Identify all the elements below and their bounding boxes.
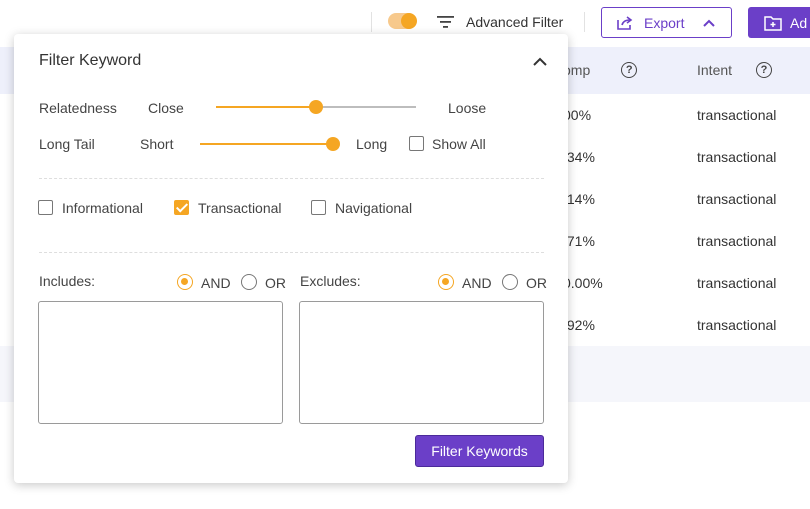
includes-and-radio[interactable] (177, 274, 193, 290)
divider (39, 178, 544, 179)
includes-and-label: AND (201, 275, 231, 291)
long-tail-min-label: Short (140, 136, 174, 152)
intent-cell: transactional (697, 233, 777, 249)
intent-cell: transactional (697, 149, 777, 165)
popup-title: Filter Keyword (39, 52, 142, 69)
advanced-filter-label: Advanced Filter (466, 14, 564, 30)
excludes-and-label: AND (462, 275, 492, 291)
excludes-or-label: OR (526, 275, 547, 291)
filter-keywords-button[interactable]: Filter Keywords (415, 435, 544, 467)
includes-input[interactable] (38, 301, 283, 424)
add-folder-icon (764, 15, 782, 31)
informational-label: Informational (62, 200, 143, 216)
divider (39, 252, 544, 253)
chevron-up-icon[interactable] (532, 54, 548, 70)
export-button[interactable]: Export (601, 7, 732, 38)
long-tail-slider-fill (200, 143, 334, 145)
includes-or-radio[interactable] (241, 274, 257, 290)
advanced-filter-button[interactable]: Advanced Filter (437, 11, 563, 33)
long-tail-slider-thumb[interactable] (326, 137, 340, 151)
column-header-comp[interactable]: omp ? (563, 62, 638, 78)
intent-cell: transactional (697, 317, 777, 333)
add-button[interactable]: Ad (748, 7, 810, 38)
share-icon (617, 15, 633, 30)
relatedness-slider-fill (216, 106, 314, 108)
show-all-checkbox[interactable] (409, 136, 424, 151)
intent-cell: transactional (697, 107, 777, 123)
relatedness-max-label: Loose (448, 100, 487, 116)
relatedness-slider-track (314, 106, 416, 108)
filter-keyword-popup: Filter Keyword Relatedness Close Loose L… (14, 34, 568, 483)
help-icon[interactable]: ? (621, 62, 638, 78)
informational-checkbox[interactable] (38, 200, 53, 215)
show-all-label: Show All (432, 136, 486, 152)
navigational-label: Navigational (335, 200, 413, 216)
add-label: Ad (790, 14, 808, 31)
intent-cell: transactional (697, 191, 777, 207)
column-header-intent-label: Intent (697, 62, 733, 78)
column-header-intent[interactable]: Intent ? (697, 62, 773, 78)
excludes-label: Excludes: (300, 273, 361, 289)
relatedness-slider-thumb[interactable] (309, 100, 323, 114)
excludes-input[interactable] (299, 301, 544, 424)
transactional-checkbox[interactable] (174, 200, 189, 215)
excludes-and-radio[interactable] (438, 274, 454, 290)
toolbar-divider (371, 12, 372, 32)
filter-lines-icon (437, 16, 454, 28)
export-label: Export (644, 14, 685, 31)
toggle-knob (401, 13, 417, 29)
view-toggle[interactable] (388, 13, 417, 29)
excludes-or-radio[interactable] (502, 274, 518, 290)
long-tail-max-label: Long (356, 136, 388, 152)
includes-label: Includes: (39, 273, 96, 289)
intent-cell: transactional (697, 275, 777, 291)
chevron-up-icon (703, 19, 716, 27)
transactional-label: Transactional (198, 200, 282, 216)
toolbar-divider (584, 12, 585, 32)
comp-cell: 0.00% (563, 275, 603, 291)
navigational-checkbox[interactable] (311, 200, 326, 215)
long-tail-label: Long Tail (39, 136, 95, 152)
relatedness-label: Relatedness (39, 100, 117, 116)
relatedness-min-label: Close (148, 100, 184, 116)
includes-or-label: OR (265, 275, 286, 291)
help-icon[interactable]: ? (756, 62, 773, 78)
